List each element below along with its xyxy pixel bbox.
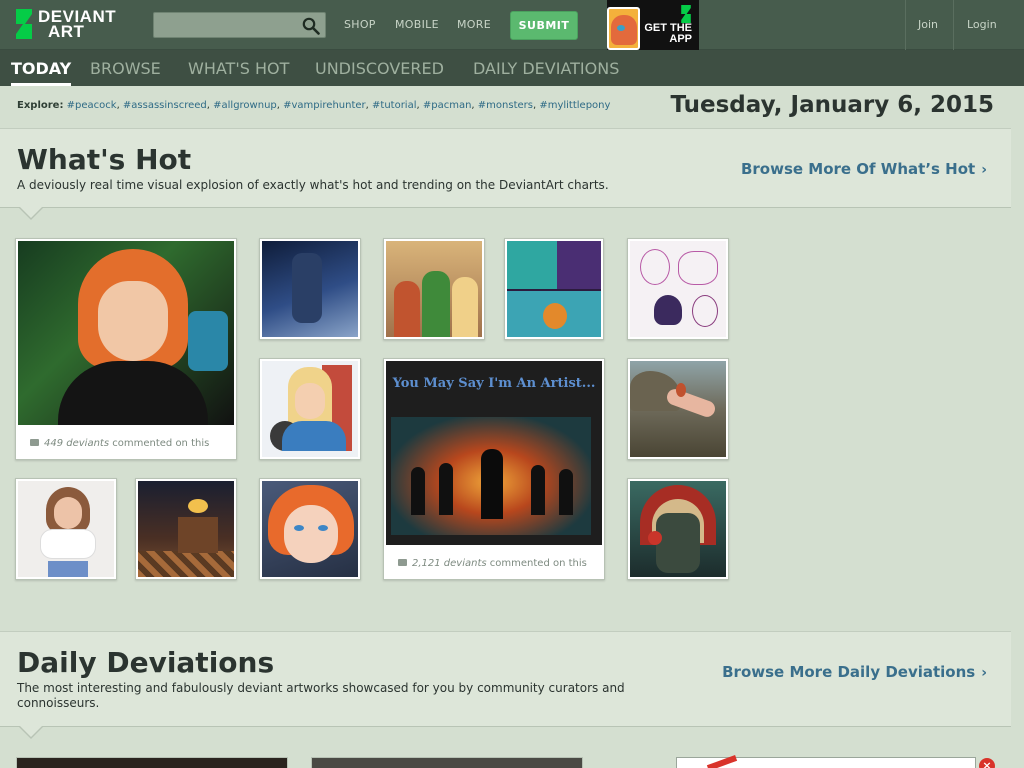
tab-whats-hot[interactable]: WHAT'S HOT — [188, 59, 289, 78]
deviation-thumbnail[interactable] — [259, 358, 361, 460]
advertisement[interactable] — [676, 755, 976, 768]
whats-hot-description: A deviously real time visual explosion o… — [17, 178, 609, 192]
comment-count: 449 deviants commented on this — [30, 438, 209, 449]
deviation-title: You May Say I'm An Artist... — [392, 376, 596, 391]
search-input[interactable] — [154, 13, 294, 37]
deviantart-logo[interactable]: DEVIANT ART — [14, 8, 116, 41]
deviation-thumbnail[interactable] — [135, 478, 237, 580]
explore-tag[interactable]: #peacock — [67, 100, 117, 111]
deviation-thumbnail[interactable] — [627, 478, 729, 580]
whats-hot-title: What's Hot — [17, 143, 192, 176]
explore-tag[interactable]: #assassinscreed — [123, 100, 207, 111]
deviantart-app-logo-icon — [681, 5, 691, 23]
explore-tag[interactable]: #vampirehunter — [283, 100, 366, 111]
current-date: Tuesday, January 6, 2015 — [670, 92, 994, 118]
deviation-thumbnail[interactable] — [627, 358, 729, 460]
deviation-card[interactable]: 449 deviants commented on this — [15, 238, 237, 460]
daily-deviation-thumbnail[interactable] — [311, 757, 583, 768]
daily-deviations-title: Daily Deviations — [17, 646, 275, 679]
deviation-thumbnail[interactable] — [504, 238, 604, 340]
comment-count: 2,121 deviants commented on this — [398, 558, 587, 569]
search-box[interactable] — [153, 12, 326, 38]
explore-tag[interactable]: #monsters — [478, 100, 533, 111]
tab-daily-deviations[interactable]: DAILY DEVIATIONS — [473, 59, 619, 78]
comment-icon — [398, 559, 407, 566]
daily-deviation-thumbnail[interactable] — [16, 757, 288, 768]
nav-shop-link[interactable]: SHOP — [344, 18, 376, 31]
nav-more-link[interactable]: MORE — [457, 18, 491, 31]
top-bar: DEVIANT ART SHOP MOBILE MORE SUBMIT GET … — [0, 0, 1024, 50]
deviantart-logo-icon — [14, 9, 34, 39]
tab-today[interactable]: TODAY — [11, 59, 72, 86]
daily-deviations-header: Daily Deviations The most interesting an… — [0, 631, 1011, 727]
deviation-thumbnail[interactable]: You May Say I'm An Artist... — [386, 361, 602, 545]
explore-tag[interactable]: #pacman — [423, 100, 472, 111]
explore-tag[interactable]: #tutorial — [372, 100, 416, 111]
get-the-app-banner[interactable]: GET THE APP — [607, 0, 699, 50]
deviation-thumbnail[interactable] — [18, 241, 234, 425]
comment-icon — [30, 439, 39, 446]
tab-bar: TODAY BROWSE WHAT'S HOT UNDISCOVERED DAI… — [0, 50, 1024, 86]
browse-more-daily-deviations-link[interactable]: Browse More Daily Deviations › — [722, 663, 987, 681]
get-the-app-label: GET THE APP — [644, 22, 692, 45]
submit-button[interactable]: SUBMIT — [510, 11, 578, 40]
deviation-thumbnail[interactable] — [383, 238, 485, 340]
close-icon[interactable]: × — [979, 758, 995, 768]
nav-mobile-link[interactable]: MOBILE — [395, 18, 439, 31]
deviation-thumbnail[interactable] — [259, 478, 361, 580]
whats-hot-header: What's Hot A deviously real time visual … — [0, 128, 1011, 208]
tab-undiscovered[interactable]: UNDISCOVERED — [315, 59, 444, 78]
deviation-thumbnail[interactable] — [627, 238, 729, 340]
phone-illustration — [607, 7, 640, 50]
tab-browse[interactable]: BROWSE — [90, 59, 161, 78]
daily-deviations-description: The most interesting and fabulously devi… — [17, 681, 625, 710]
logo-line-2: ART — [48, 22, 85, 41]
search-icon[interactable] — [302, 17, 320, 35]
explore-tags: Explore: #peacock, #assassinscreed, #all… — [17, 100, 611, 111]
chevron-right-icon: › — [981, 162, 987, 178]
chevron-right-icon: › — [981, 665, 987, 681]
join-link[interactable]: Join — [918, 18, 938, 31]
deviation-card[interactable]: You May Say I'm An Artist... 2,121 devia… — [383, 358, 605, 580]
browse-more-whats-hot-link[interactable]: Browse More Of What’s Hot › — [741, 160, 987, 178]
deviation-thumbnail[interactable] — [15, 478, 117, 580]
explore-label: Explore: — [17, 100, 64, 111]
explore-tag[interactable]: #allgrownup — [213, 100, 277, 111]
explore-tag[interactable]: #mylittlepony — [539, 100, 610, 111]
login-link[interactable]: Login — [967, 18, 997, 31]
deviation-thumbnail[interactable] — [259, 238, 361, 340]
